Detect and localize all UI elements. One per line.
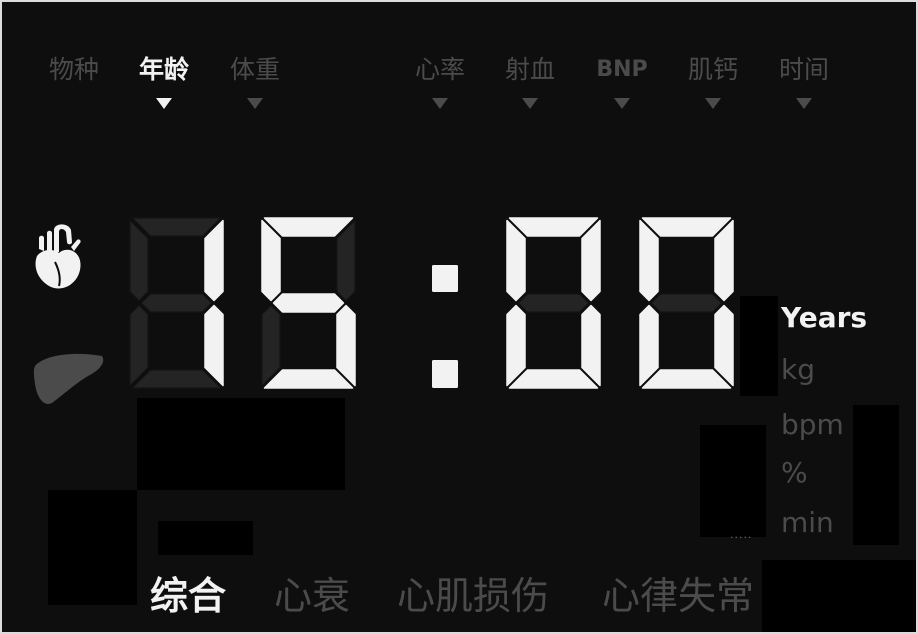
tab-label: 体重 <box>229 55 280 84</box>
digit-3-segment-c <box>581 304 601 387</box>
digit-1 <box>129 217 224 389</box>
digit-3 <box>506 217 601 389</box>
tab-species[interactable]: 物种 <box>44 56 104 109</box>
dropdown-arrow-icon[interactable] <box>432 98 448 109</box>
digit-2-segment-g <box>272 293 345 313</box>
dropdown-arrow-icon[interactable] <box>796 98 812 109</box>
occlusion-block <box>137 398 345 490</box>
digit-4-segment-d <box>641 369 732 389</box>
liver-icon[interactable] <box>32 350 106 406</box>
tab-time[interactable]: 时间 <box>774 56 834 109</box>
dropdown-arrow-icon[interactable] <box>522 98 538 109</box>
digit-4-segment-a <box>641 217 732 237</box>
digit-1-segment-b <box>204 219 224 302</box>
seven-segment-display <box>129 217 734 389</box>
dropdown-arrow-icon[interactable] <box>705 98 721 109</box>
digit-3-segment-d <box>508 369 599 389</box>
digit-2-segment-f <box>261 219 281 302</box>
unit-kg: kg <box>781 353 815 386</box>
tab-label: 心率 <box>414 55 465 84</box>
tab-troponin[interactable]: 肌钙 <box>683 56 743 109</box>
digit-1-segment-e <box>129 304 149 387</box>
tab-label: 射血 <box>504 55 555 84</box>
colon-dot-top <box>432 265 458 292</box>
tab-label: 物种 <box>48 55 99 84</box>
tab-age[interactable]: 年龄 <box>134 56 194 109</box>
digit-4-segment-g <box>650 293 723 313</box>
digit-4-segment-e <box>639 304 659 387</box>
digit-3-segment-b <box>581 219 601 302</box>
tab-bnp[interactable]: BNP <box>592 56 652 109</box>
occlusion-block <box>700 425 766 537</box>
tab-label: 年龄 <box>138 55 189 84</box>
occlusion-block <box>158 521 253 555</box>
dropdown-arrow-icon[interactable] <box>247 98 263 109</box>
digit-2 <box>261 217 356 389</box>
occlusion-block <box>853 405 899 545</box>
tab-overview[interactable]: 综合 <box>150 575 226 617</box>
tab-myocardial-injury[interactable]: 心肌损伤 <box>397 575 549 617</box>
digit-1-segment-g <box>140 293 213 313</box>
digit-2-segment-c <box>336 304 356 387</box>
digit-3-segment-f <box>506 219 526 302</box>
digit-2-segment-a <box>263 217 354 237</box>
tab-ejection[interactable]: 射血 <box>500 56 560 109</box>
tab-arrhythmia[interactable]: 心律失常 <box>602 575 754 617</box>
tab-label: BNP <box>596 57 648 82</box>
dropdown-arrow-icon[interactable] <box>614 98 630 109</box>
digit-1-segment-a <box>131 217 222 237</box>
digit-4-segment-c <box>714 304 734 387</box>
digit-4-segment-b <box>714 219 734 302</box>
digit-3-segment-a <box>508 217 599 237</box>
occlusion-block <box>48 490 137 605</box>
digit-4 <box>639 217 734 389</box>
ellipsis-text: ..... <box>730 528 753 541</box>
tab-heart-failure[interactable]: 心衰 <box>274 575 350 617</box>
unit-min: min <box>781 506 834 539</box>
heart-icon[interactable] <box>31 222 85 290</box>
unit-bpm: bpm <box>781 408 844 441</box>
digit-1-segment-f <box>129 219 149 302</box>
colon-dot-bottom <box>432 360 458 388</box>
digit-2-segment-b <box>336 219 356 302</box>
digit-3-segment-e <box>506 304 526 387</box>
digit-2-segment-d <box>263 369 354 389</box>
digit-1-segment-d <box>131 369 222 389</box>
digit-1-segment-c <box>204 304 224 387</box>
unit-years: Years <box>781 301 868 334</box>
dropdown-arrow-icon[interactable] <box>156 98 172 109</box>
occlusion-block <box>740 296 778 396</box>
unit-percent: % <box>781 456 808 489</box>
digit-2-segment-e <box>261 304 281 387</box>
digit-4-segment-f <box>639 219 659 302</box>
tab-weight[interactable]: 体重 <box>225 56 285 109</box>
tab-heart-rate[interactable]: 心率 <box>410 56 470 109</box>
tab-label: 时间 <box>778 55 829 84</box>
digit-3-segment-g <box>517 293 590 313</box>
occlusion-block <box>762 560 918 634</box>
tab-label: 肌钙 <box>687 55 738 84</box>
